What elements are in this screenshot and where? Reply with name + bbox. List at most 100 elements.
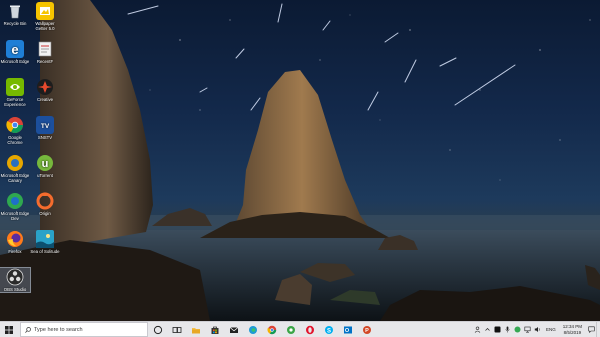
cortana-icon [153, 325, 162, 334]
creative-icon [36, 78, 54, 96]
task-view-button[interactable] [167, 322, 186, 337]
edge-canary-icon [6, 154, 24, 172]
chrome-icon [6, 116, 24, 134]
desktop-icon-microsoft-edge[interactable]: e Microsoft Edge [0, 40, 30, 64]
tray-network[interactable] [523, 322, 533, 337]
tray-app-green[interactable] [513, 322, 523, 337]
obs-icon [6, 268, 24, 286]
volume-icon [535, 327, 541, 332]
desktop-icon-sea-of-solitude[interactable]: Sea of Solitude [30, 230, 60, 254]
desktop-icon-utorrent[interactable]: u uTorrent [30, 154, 60, 178]
taskbar-app-edge[interactable] [243, 322, 262, 337]
svg-text:TV: TV [41, 123, 50, 130]
outlook-icon: O [343, 326, 352, 334]
desktop-icon-obs-studio[interactable]: OBS Studio [0, 267, 31, 293]
desktop-icon-edge-canary[interactable]: Microsoft Edge Canary [0, 154, 30, 183]
chrome-icon [266, 325, 276, 334]
snstv-icon: TV [36, 116, 54, 134]
store-icon [211, 326, 218, 334]
taskbar-app-outlook[interactable]: O [338, 322, 357, 337]
taskbar-app-skype[interactable]: S [319, 322, 338, 337]
mail-icon [229, 326, 238, 333]
cortana-button[interactable] [148, 322, 167, 337]
desktop[interactable]: Recycle Bin e Microsoft Edge GeForce Exp… [0, 0, 600, 321]
desktop-icon-recentf[interactable]: RecentF [30, 40, 60, 64]
windows-logo-icon [5, 325, 13, 334]
taskbar-app-green[interactable] [281, 322, 300, 337]
geforce-icon [6, 78, 24, 96]
svg-text:u: u [42, 158, 49, 170]
origin-icon [36, 192, 54, 210]
desktop-icon-label: Sea of Solitude [30, 249, 60, 254]
recycle-bin-icon [6, 2, 24, 20]
edge-icon [248, 325, 257, 334]
desktop-icon-label: SNSTV [37, 135, 53, 140]
edge-dev-icon [6, 192, 24, 210]
app-green-icon [286, 325, 295, 334]
clock-time: 12:34 PM [562, 324, 582, 329]
skype-icon: S [324, 325, 333, 334]
svg-text:S: S [326, 328, 330, 334]
desktop-icon-firefox[interactable]: Firefox [0, 230, 30, 254]
desktop-icon-label: OBS Studio [3, 287, 27, 292]
notification-icon [587, 326, 595, 333]
taskbar-app-chrome[interactable] [262, 322, 281, 337]
desktop-icon-label: Creative [36, 97, 53, 102]
taskbar-app-file-explorer[interactable] [186, 322, 205, 337]
desktop-icon-label: uTorrent [37, 173, 53, 178]
wallpaper [0, 0, 600, 321]
sea-of-solitude-icon [36, 230, 54, 248]
tray-green-icon [514, 326, 521, 333]
powerpoint-icon: P [362, 325, 371, 334]
desktop-icon-recycle-bin[interactable]: Recycle Bin [0, 2, 30, 26]
action-center-button[interactable] [586, 322, 596, 337]
clock[interactable]: 12:34 PM 8/5/2019 [563, 324, 582, 335]
start-button[interactable] [0, 322, 18, 337]
desktop-icon-wallpaper-getter[interactable]: Wallpaper Getter 5.0 [30, 2, 60, 31]
desktop-icon-label: Microsoft Edge Dev [0, 211, 30, 221]
taskbar-app-mail[interactable] [224, 322, 243, 337]
desktop-icon-origin[interactable]: Origin [30, 192, 60, 216]
desktop-icon-label: Microsoft Edge Canary [0, 173, 30, 183]
taskbar-app-opera[interactable] [300, 322, 319, 337]
desktop-icon-creative[interactable]: Creative [30, 78, 60, 102]
desktop-icon-label: Recycle Bin [3, 21, 27, 26]
desktop-icon-geforce[interactable]: GeForce Experience [0, 78, 30, 107]
task-view-icon [172, 326, 181, 333]
desktop-icon-label: Microsoft Edge [0, 59, 30, 64]
svg-text:O: O [344, 328, 349, 334]
show-desktop-button[interactable] [596, 322, 600, 337]
taskbar-app-powerpoint[interactable]: P [357, 322, 376, 337]
desktop-icon-label: RecentF [36, 59, 54, 64]
desktop-icon-label: Google Chrome [7, 135, 23, 145]
svg-text:e: e [11, 42, 18, 57]
microphone-icon [505, 326, 511, 333]
desktop-icon-label: Wallpaper Getter 5.0 [35, 21, 55, 31]
wallpaper-app-icon [36, 2, 54, 20]
desktop-icon-label: Firefox [8, 249, 22, 254]
edge-icon: e [6, 40, 24, 58]
tray-overflow[interactable] [483, 322, 493, 337]
tray-app-icon [494, 326, 501, 333]
search-input[interactable] [34, 326, 144, 333]
chevron-up-icon [485, 328, 491, 331]
file-explorer-icon [191, 327, 200, 333]
desktop-icon-edge-dev[interactable]: Microsoft Edge Dev [0, 192, 30, 221]
tray-volume[interactable] [533, 322, 543, 337]
utorrent-icon: u [36, 154, 54, 172]
opera-icon [305, 325, 314, 334]
tray-people[interactable] [473, 322, 483, 337]
search-icon [25, 326, 31, 333]
desktop-icon-label: GeForce Experience [4, 97, 26, 107]
desktop-icon-google-chrome[interactable]: Google Chrome [0, 116, 30, 145]
network-icon [524, 326, 531, 333]
taskbar-search[interactable] [20, 322, 148, 337]
tray-app-dark[interactable] [493, 322, 503, 337]
taskbar: S O P ENG 12:34 PM 8/5/2019 [0, 321, 600, 337]
svg-text:P: P [365, 328, 369, 334]
language-indicator[interactable]: ENG [546, 327, 556, 332]
tray-microphone[interactable] [503, 322, 513, 337]
clock-date: 8/5/2019 [563, 329, 582, 335]
taskbar-app-store[interactable] [205, 322, 224, 337]
desktop-icon-snstv[interactable]: TV SNSTV [30, 116, 60, 140]
